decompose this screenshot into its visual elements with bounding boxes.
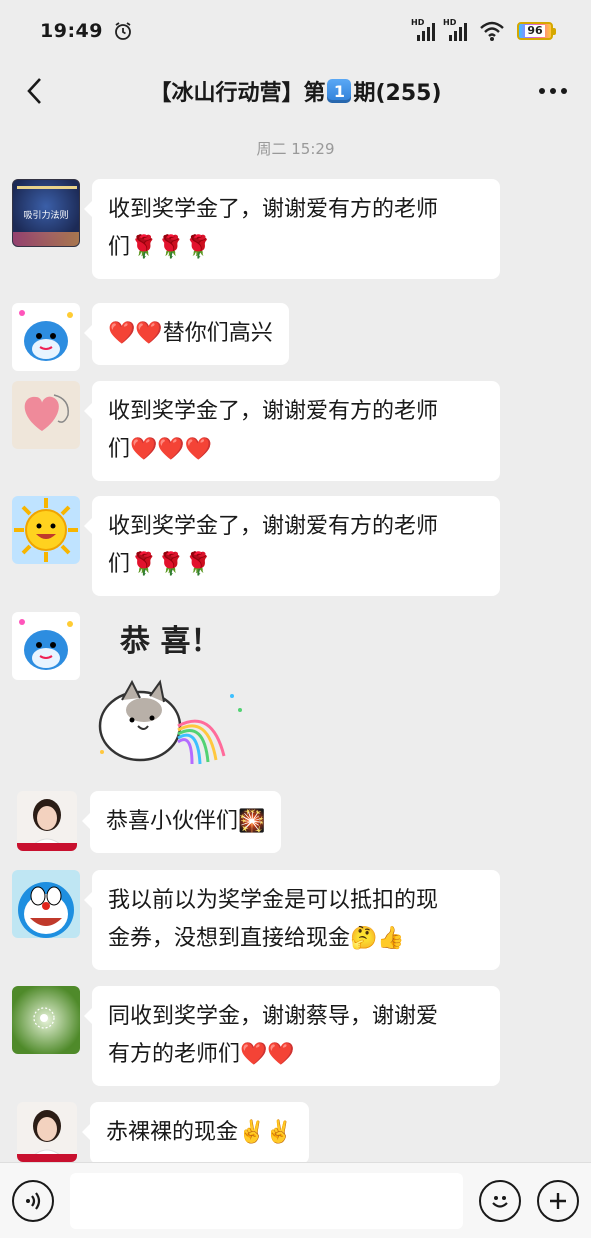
message-text: 收到奖学金了，谢谢爱有方的老师 (108, 399, 439, 424)
fireworks-emoji: 🎇 (238, 809, 266, 834)
message-bubble[interactable]: 收到奖学金了，谢谢爱有方的老师 们❤️❤️❤️ (84, 381, 500, 481)
avatar[interactable] (12, 870, 80, 938)
heart-avatar-icon (24, 394, 69, 431)
avatar-caption: 吸引力法则 (23, 211, 69, 221)
battery-level: 96 (525, 24, 545, 37)
battery-icon: 96 (517, 22, 556, 40)
doraemon-avatar-icon (18, 882, 74, 938)
message-item[interactable]: 吸引力法则 收到奖学金了，谢谢爱有方的老师 们🌹🌹🌹 (12, 179, 500, 279)
message-text: 同收到奖学金，谢谢蔡导，谢谢爱 (108, 1004, 439, 1029)
plus-icon (550, 1192, 566, 1209)
message-item[interactable]: 恭喜小伙伴们🎇 (12, 791, 282, 853)
voice-button[interactable] (12, 1179, 54, 1222)
message-bubble[interactable]: 收到奖学金了，谢谢爱有方的老师 们🌹🌹🌹 (84, 179, 500, 279)
more-button[interactable] (533, 73, 573, 109)
message-bubble[interactable]: 收到奖学金了，谢谢爱有方的老师 们🌹🌹🌹 (84, 496, 500, 596)
message-item[interactable]: 赤裸裸的现金✌️✌️ (12, 1102, 309, 1162)
plus-button[interactable] (537, 1179, 579, 1222)
more-horizontal-icon (539, 88, 567, 94)
emoji-button[interactable] (479, 1179, 521, 1222)
avatar[interactable] (17, 791, 77, 851)
status-bar: 19:49 HD HD 96 (0, 0, 591, 62)
avatar[interactable] (12, 986, 80, 1054)
message-timestamp: 周二 15:29 (256, 140, 335, 158)
heart-emoji: ❤️❤️ (108, 321, 163, 346)
thinking-thumbs-emoji: 🤔👍 (350, 926, 405, 951)
message-text: 们 (108, 552, 131, 577)
title-badge: 1 (327, 79, 352, 103)
rose-emoji: 🌹🌹🌹 (130, 552, 213, 577)
dolphin-avatar-icon (19, 619, 73, 670)
wifi-icon (480, 21, 504, 41)
hamster-rainbow-icon (98, 679, 242, 765)
message-item[interactable]: 同收到奖学金，谢谢蔡导，谢谢爱 有方的老师们❤️❤️ (12, 986, 500, 1086)
message-text: 替你们高兴 (162, 321, 273, 346)
back-button[interactable] (16, 73, 52, 109)
status-time: 19:49 (40, 20, 103, 42)
avatar[interactable] (12, 381, 80, 449)
signal-icon: HD (443, 18, 469, 42)
chat-title: 【冰山行动营】第 1 期(255) (149, 75, 442, 107)
dolphin-avatar-icon (19, 310, 73, 361)
message-bubble[interactable]: 同收到奖学金，谢谢蔡导，谢谢爱 有方的老师们❤️❤️ (84, 986, 500, 1086)
voice-icon (26, 1191, 41, 1210)
message-text: 金券，没想到直接给现金 (108, 926, 351, 951)
smiley-icon (492, 1195, 508, 1208)
message-text: 收到奖学金了，谢谢爱有方的老师 (108, 197, 439, 222)
message-item[interactable]: 恭 喜！ (12, 612, 262, 772)
message-item[interactable]: 收到奖学金了，谢谢爱有方的老师 们🌹🌹🌹 (12, 496, 500, 596)
hamster-sticker[interactable]: 恭 喜！ (92, 612, 262, 772)
avatar[interactable]: 吸引力法则 (12, 179, 80, 247)
title-count: 期(255) (353, 81, 442, 106)
alarm-icon (115, 22, 131, 40)
message-item[interactable]: 我以前以为奖学金是可以抵扣的现 金券，没想到直接给现金🤔👍 (12, 870, 500, 970)
message-bubble[interactable]: 赤裸裸的现金✌️✌️ (82, 1102, 309, 1162)
sun-avatar-icon (14, 498, 78, 562)
message-text: 恭喜小伙伴们 (106, 809, 239, 834)
message-text: 我以前以为奖学金是可以抵扣的现 (108, 888, 439, 913)
rose-emoji: 🌹🌹🌹 (130, 235, 213, 260)
message-item[interactable]: 收到奖学金了，谢谢爱有方的老师 们❤️❤️❤️ (12, 381, 500, 481)
message-item[interactable]: ❤️❤️替你们高兴 (12, 303, 289, 371)
title-text: 【冰山行动营】第 (149, 81, 326, 106)
avatar[interactable] (17, 1102, 77, 1162)
heart-emoji: ❤️❤️❤️ (130, 437, 213, 462)
message-bubble[interactable]: 我以前以为奖学金是可以抵扣的现 金券，没想到直接给现金🤔👍 (84, 870, 500, 970)
message-bubble[interactable]: ❤️❤️替你们高兴 (84, 303, 289, 365)
avatar[interactable] (12, 612, 80, 680)
message-text: 们 (108, 437, 131, 462)
chat-header: 【冰山行动营】第 1 期(255) (0, 62, 591, 120)
victory-emoji: ✌️✌️ (238, 1120, 293, 1145)
message-text: 们 (108, 235, 131, 260)
message-text: 赤裸裸的现金 (106, 1120, 239, 1145)
message-text: 收到奖学金了，谢谢爱有方的老师 (108, 514, 439, 539)
avatar[interactable] (12, 303, 80, 371)
dandelion-avatar-icon (33, 1007, 55, 1029)
message-list[interactable]: 周二 15:29 吸引力法则 收到奖学金了，谢谢爱有方的老师 们🌹🌹🌹 ❤️❤️… (0, 120, 591, 1162)
chevron-left-icon (27, 78, 41, 104)
message-bubble[interactable]: 恭喜小伙伴们🎇 (81, 791, 282, 853)
message-text: 有方的老师们 (108, 1042, 241, 1067)
input-bar (0, 1162, 591, 1238)
signal-icon: HD (411, 18, 437, 42)
woman-avatar-icon (17, 1110, 77, 1162)
heart-emoji: ❤️❤️ (240, 1042, 295, 1067)
message-input[interactable] (70, 1172, 463, 1229)
avatar[interactable] (12, 496, 80, 564)
woman-avatar-icon (17, 799, 77, 851)
